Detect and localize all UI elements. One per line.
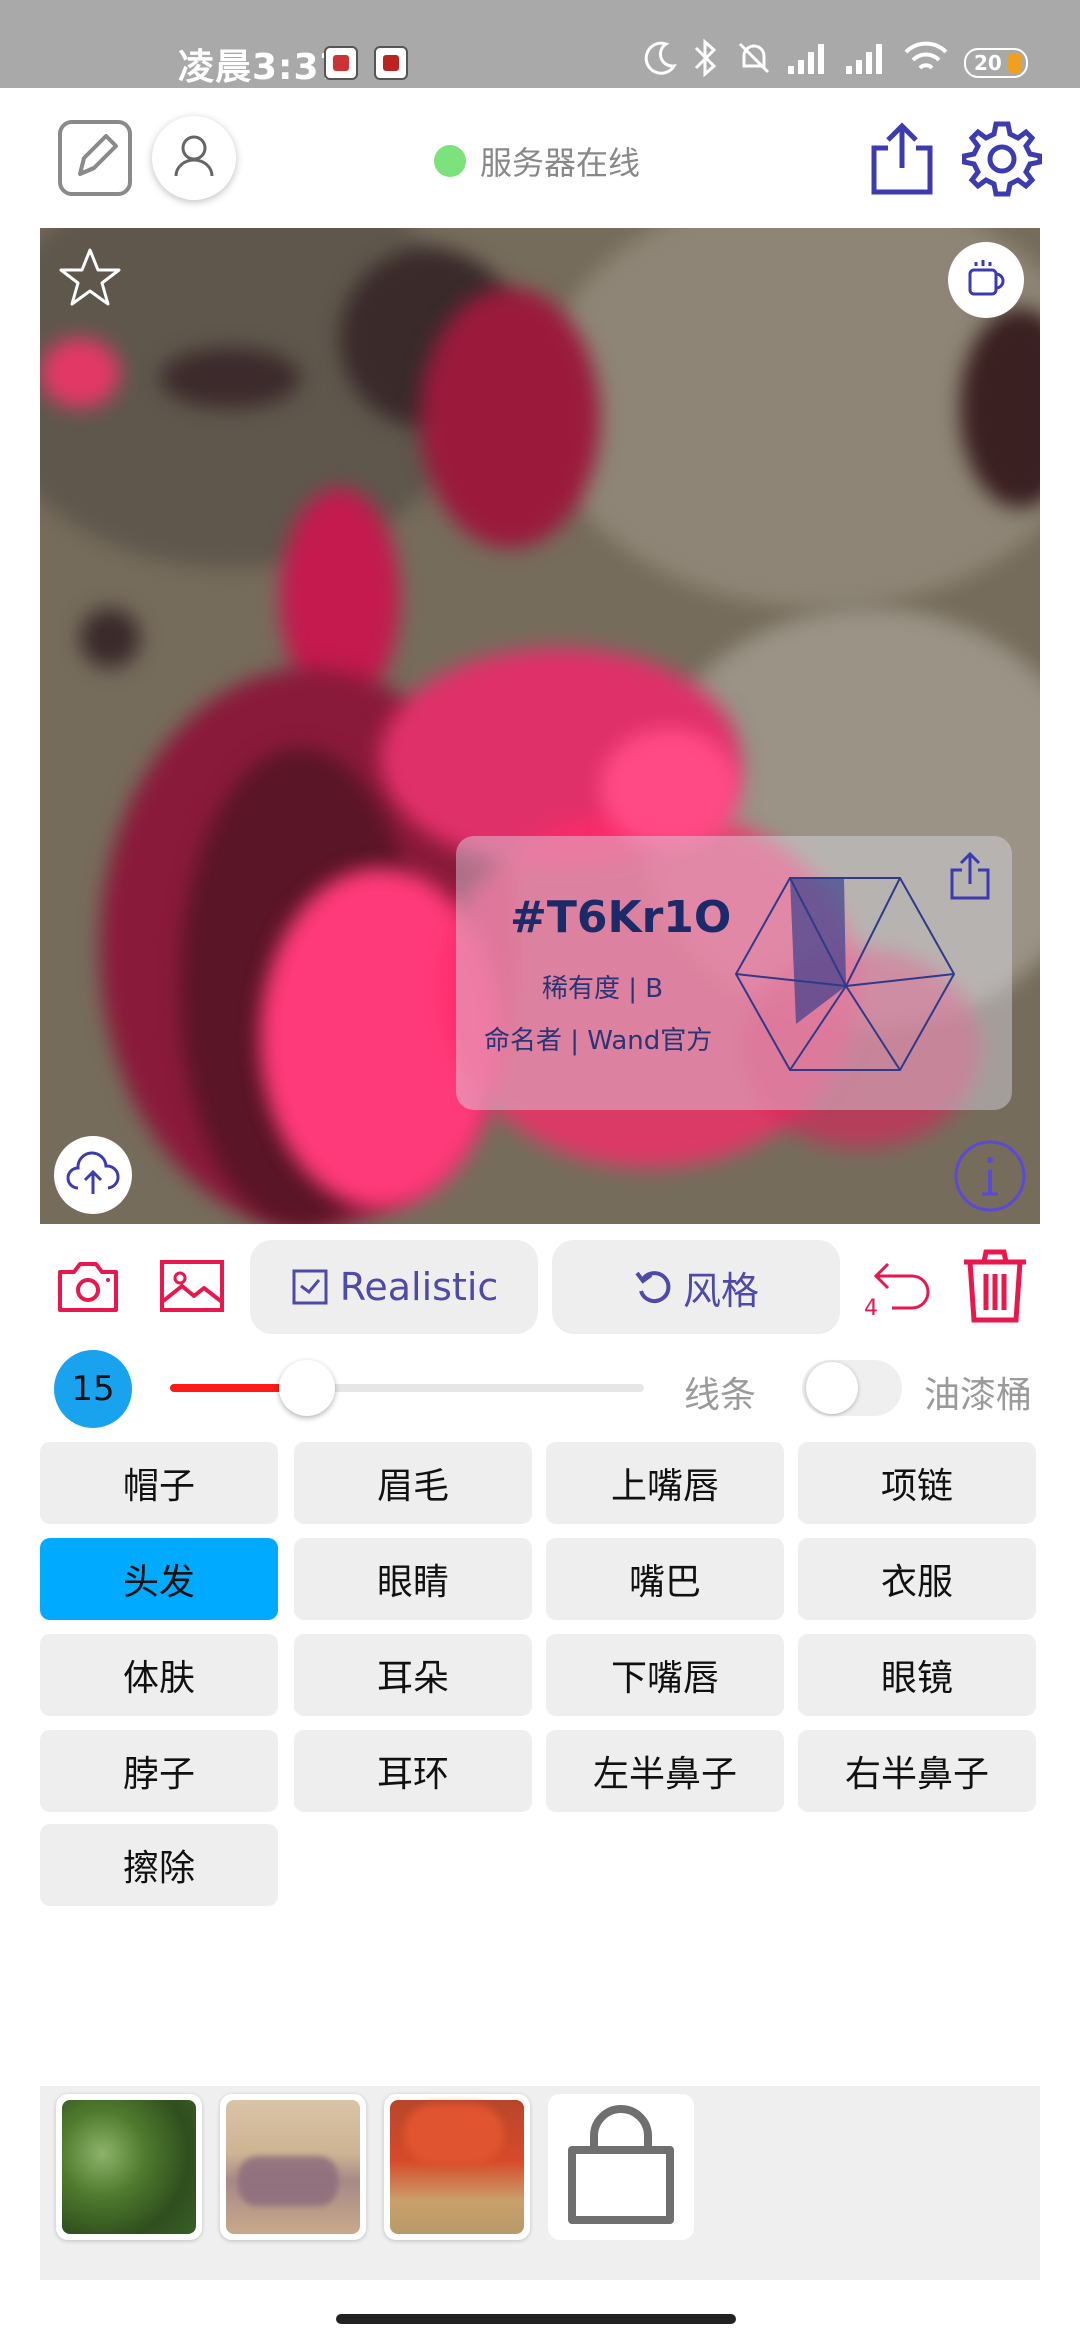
cloud-upload-icon [66, 1151, 120, 1194]
coffee-button[interactable] [948, 242, 1024, 318]
category-lower-lip[interactable]: 下嘴唇 [546, 1634, 784, 1716]
signal-icon [846, 44, 882, 74]
cloud-upload-button[interactable] [54, 1136, 132, 1214]
style-thumbnail[interactable] [56, 2094, 202, 2240]
paint-bucket-toggle-knob [806, 1362, 858, 1414]
status-time: 凌晨3:37 [178, 47, 346, 88]
checkbox-icon [292, 1269, 328, 1305]
settings-icon[interactable] [962, 118, 1042, 198]
category-right-nose[interactable]: 右半鼻子 [798, 1730, 1036, 1812]
category-eraser[interactable]: 擦除 [40, 1824, 278, 1906]
realistic-toggle[interactable]: Realistic [250, 1240, 538, 1334]
gesture-nav-handle [336, 2314, 736, 2324]
style-button[interactable]: 风格 [552, 1240, 840, 1334]
style-label: 风格 [682, 1268, 759, 1313]
server-status-text: 服务器在线 [480, 144, 641, 182]
store-button[interactable] [548, 2094, 694, 2240]
category-ears[interactable]: 耳朵 [294, 1634, 532, 1716]
image-icon[interactable] [158, 1258, 226, 1314]
category-neck[interactable]: 脖子 [40, 1730, 278, 1812]
category-glasses[interactable]: 眼镜 [798, 1634, 1036, 1716]
star-icon[interactable] [56, 244, 124, 312]
user-button[interactable] [152, 116, 236, 200]
category-skin[interactable]: 体肤 [40, 1634, 278, 1716]
battery-icon: 20 [964, 48, 1028, 78]
namer-label: 命名者 | Wand官方 [484, 1026, 713, 1056]
category-left-nose[interactable]: 左半鼻子 [546, 1730, 784, 1812]
artwork-id: #T6Kr1O [510, 892, 732, 943]
camera-icon[interactable] [56, 1258, 120, 1314]
user-icon [174, 135, 214, 177]
moon-icon [644, 41, 677, 75]
category-earrings[interactable]: 耳环 [294, 1730, 532, 1812]
notification-app-icon [374, 46, 408, 80]
edit-icon [78, 134, 118, 176]
trash-icon[interactable] [960, 1248, 1030, 1324]
brush-size-slider-thumb[interactable] [279, 1360, 335, 1416]
bluetooth-icon [694, 38, 717, 78]
wifi-icon [904, 41, 948, 70]
refresh-icon [635, 1271, 671, 1304]
share-icon[interactable] [866, 118, 938, 198]
shopping-bag-icon [568, 2105, 674, 2224]
category-hair[interactable]: 头发 [40, 1538, 278, 1620]
lines-label: 线条 [684, 1375, 757, 1416]
rarity-gem-icon [734, 877, 956, 1071]
category-eyes[interactable]: 眼睛 [294, 1538, 532, 1620]
brush-size-badge: 15 [54, 1350, 132, 1428]
undo-count: 4 [864, 1296, 878, 1321]
status-bar: 凌晨3:37 20 [0, 0, 1080, 88]
rarity-label: 稀有度 | B [542, 974, 664, 1004]
info-icon[interactable] [952, 1138, 1028, 1214]
category-upper-lip[interactable]: 上嘴唇 [546, 1442, 784, 1524]
category-necklace[interactable]: 项链 [798, 1442, 1036, 1524]
category-hat[interactable]: 帽子 [40, 1442, 278, 1524]
category-mouth[interactable]: 嘴巴 [546, 1538, 784, 1620]
category-eyebrows[interactable]: 眉毛 [294, 1442, 532, 1524]
mute-icon [738, 42, 770, 74]
paint-bucket-label: 油漆桶 [924, 1375, 1033, 1416]
style-thumbnail[interactable] [384, 2094, 530, 2240]
coffee-cup-icon [968, 260, 1005, 296]
server-status-dot [434, 145, 466, 177]
edit-button[interactable] [58, 120, 132, 196]
battery-level: 20 [974, 51, 1002, 75]
notification-app-icon [324, 46, 358, 80]
realistic-label: Realistic [339, 1265, 499, 1309]
category-clothes[interactable]: 衣服 [798, 1538, 1036, 1620]
signal-icon [788, 44, 824, 74]
share-icon[interactable] [946, 850, 994, 902]
style-thumbnail[interactable] [220, 2094, 366, 2240]
